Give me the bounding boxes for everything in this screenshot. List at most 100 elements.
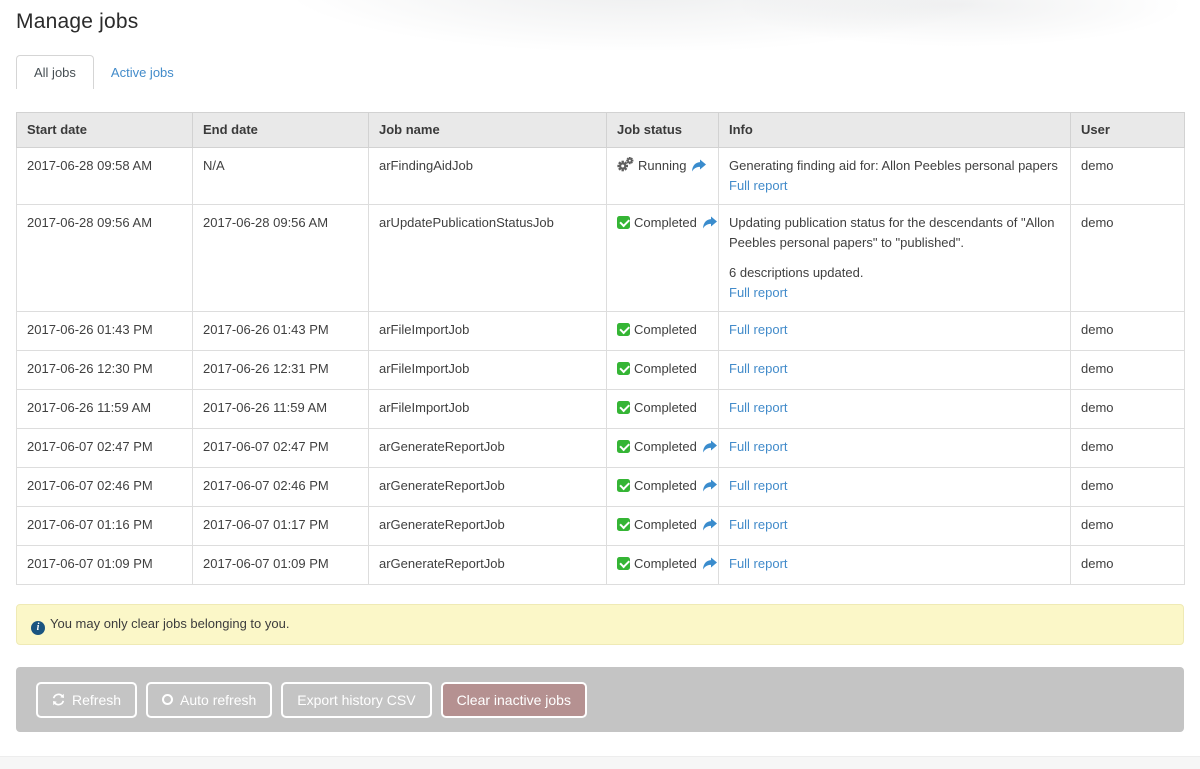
cogs-icon	[617, 157, 634, 172]
job-status-cell: Completed	[607, 390, 719, 429]
table-header-row: Start date End date Job name Job status …	[17, 113, 1185, 148]
full-report-link[interactable]: Full report	[729, 478, 788, 493]
user-cell: demo	[1071, 351, 1185, 390]
info-text: 6 descriptions updated.	[729, 263, 1060, 283]
user-cell: demo	[1071, 205, 1185, 312]
job-status-label: Completed	[634, 215, 697, 230]
share-arrow-glyph	[702, 557, 717, 570]
end-date-cell: 2017-06-26 01:43 PM	[193, 312, 369, 351]
share-arrow-icon[interactable]	[702, 518, 717, 531]
table-row: 2017-06-07 01:09 PM 2017-06-07 01:09 PM …	[17, 546, 1185, 585]
info-cell: Full report	[719, 507, 1071, 546]
job-name-cell: arGenerateReportJob	[369, 507, 607, 546]
full-report-link[interactable]: Full report	[729, 556, 788, 571]
info-text: Generating finding aid for: Allon Peeble…	[729, 156, 1060, 176]
column-header-job-status: Job status	[607, 113, 719, 148]
cogs-icon	[617, 157, 634, 172]
start-date-cell: 2017-06-26 12:30 PM	[17, 351, 193, 390]
auto-refresh-button-label: Auto refresh	[180, 690, 256, 710]
footer-strip	[0, 756, 1200, 769]
jobs-table-body: 2017-06-28 09:58 AM N/A arFindingAidJob …	[17, 148, 1185, 585]
end-date-cell: 2017-06-07 01:09 PM	[193, 546, 369, 585]
table-row: 2017-06-28 09:58 AM N/A arFindingAidJob …	[17, 148, 1185, 205]
table-row: 2017-06-28 09:56 AM 2017-06-28 09:56 AM …	[17, 205, 1185, 312]
job-name-cell: arFileImportJob	[369, 312, 607, 351]
job-status-cell: Completed	[607, 507, 719, 546]
report-link-row: Full report	[729, 554, 1060, 574]
table-row: 2017-06-07 01:16 PM 2017-06-07 01:17 PM …	[17, 507, 1185, 546]
info-paragraphs: Generating finding aid for: Allon Peeble…	[729, 156, 1060, 176]
job-status-cell: Running	[607, 148, 719, 205]
share-arrow-icon[interactable]	[702, 479, 717, 492]
share-arrow-icon[interactable]	[702, 216, 717, 229]
refresh-button[interactable]: Refresh	[36, 682, 137, 718]
share-arrow-icon[interactable]	[702, 557, 717, 570]
tab-all-jobs[interactable]: All jobs	[16, 55, 94, 89]
refresh-icon	[52, 693, 65, 706]
job-status-cell: Completed	[607, 205, 719, 312]
table-row: 2017-06-26 11:59 AM 2017-06-26 11:59 AM …	[17, 390, 1185, 429]
table-row: 2017-06-26 01:43 PM 2017-06-26 01:43 PM …	[17, 312, 1185, 351]
table-row: 2017-06-26 12:30 PM 2017-06-26 12:31 PM …	[17, 351, 1185, 390]
full-report-link[interactable]: Full report	[729, 361, 788, 376]
info-icon	[31, 621, 45, 635]
end-date-cell: 2017-06-07 02:47 PM	[193, 429, 369, 468]
manage-jobs-page: Manage jobs All jobs Active jobs Start d…	[0, 0, 1200, 732]
share-arrow-glyph	[702, 216, 717, 229]
check-square-icon	[617, 322, 630, 342]
clear-inactive-jobs-label: Clear inactive jobs	[457, 690, 571, 710]
full-report-link[interactable]: Full report	[729, 178, 788, 193]
report-link-row: Full report	[729, 176, 1060, 196]
job-status-label: Completed	[634, 556, 697, 571]
job-status-cell: Completed	[607, 468, 719, 507]
check-square-icon	[617, 479, 630, 492]
share-arrow-icon[interactable]	[691, 159, 706, 172]
info-cell: Full report	[719, 468, 1071, 507]
start-date-cell: 2017-06-07 01:16 PM	[17, 507, 193, 546]
auto-refresh-button[interactable]: Auto refresh	[146, 682, 272, 718]
info-text: Updating publication status for the desc…	[729, 213, 1060, 253]
column-header-start-date: Start date	[17, 113, 193, 148]
user-cell: demo	[1071, 148, 1185, 205]
refresh-button-label: Refresh	[72, 690, 121, 710]
share-arrow-glyph	[702, 518, 717, 531]
job-name-cell: arFindingAidJob	[369, 148, 607, 205]
start-date-cell: 2017-06-28 09:58 AM	[17, 148, 193, 205]
full-report-link[interactable]: Full report	[729, 400, 788, 415]
end-date-cell: N/A	[193, 148, 369, 205]
check-square-icon	[617, 557, 630, 570]
check-square-icon	[617, 400, 630, 420]
job-status-cell: Completed	[607, 351, 719, 390]
share-arrow-glyph	[691, 159, 706, 172]
column-header-user: User	[1071, 113, 1185, 148]
export-history-csv-button[interactable]: Export history CSV	[281, 682, 431, 718]
check-square-icon	[617, 439, 630, 459]
user-cell: demo	[1071, 546, 1185, 585]
full-report-link[interactable]: Full report	[729, 517, 788, 532]
full-report-link[interactable]: Full report	[729, 285, 788, 300]
info-cell: Full report	[719, 429, 1071, 468]
notice-text: You may only clear jobs belonging to you…	[50, 616, 289, 631]
job-name-cell: arGenerateReportJob	[369, 546, 607, 585]
job-status-cell: Completed	[607, 546, 719, 585]
tab-bar: All jobs Active jobs	[16, 55, 1184, 89]
tab-active-jobs[interactable]: Active jobs	[94, 55, 191, 89]
user-cell: demo	[1071, 429, 1185, 468]
info-cell: Full report	[719, 312, 1071, 351]
info-cell: Full report	[719, 390, 1071, 429]
clear-inactive-jobs-button[interactable]: Clear inactive jobs	[441, 682, 587, 718]
column-header-end-date: End date	[193, 113, 369, 148]
check-square-icon	[617, 440, 630, 453]
check-square-icon	[617, 361, 630, 381]
end-date-cell: 2017-06-26 11:59 AM	[193, 390, 369, 429]
full-report-link[interactable]: Full report	[729, 439, 788, 454]
job-status-label: Running	[638, 158, 686, 173]
job-status-label: Completed	[634, 322, 697, 337]
clear-jobs-notice: You may only clear jobs belonging to you…	[16, 604, 1184, 645]
column-header-info: Info	[719, 113, 1071, 148]
share-arrow-icon[interactable]	[702, 440, 717, 453]
start-date-cell: 2017-06-26 01:43 PM	[17, 312, 193, 351]
job-status-label: Completed	[634, 439, 697, 454]
full-report-link[interactable]: Full report	[729, 322, 788, 337]
check-square-icon	[617, 323, 630, 336]
